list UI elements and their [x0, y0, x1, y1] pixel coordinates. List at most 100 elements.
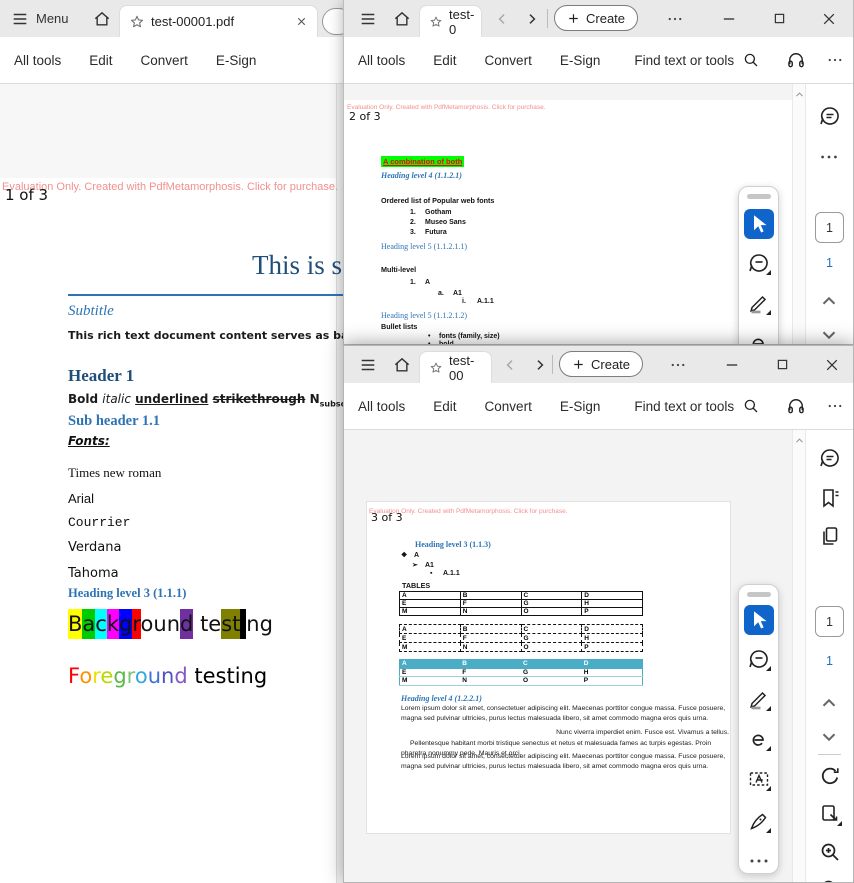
vertical-scrollbar[interactable]	[792, 430, 806, 882]
colored-letter: r	[132, 609, 140, 639]
draw-tool[interactable]	[747, 331, 771, 345]
previous-page-button[interactable]	[818, 290, 842, 314]
scroll-up-icon[interactable]	[794, 435, 805, 446]
document-tab[interactable]: test-00001.pdf	[119, 5, 318, 37]
hamburger-menu-button[interactable]	[352, 346, 384, 383]
create-button[interactable]: Create	[554, 5, 638, 31]
list-number: 3.	[410, 229, 421, 236]
menu-item-esign[interactable]: E-Sign	[560, 399, 601, 414]
find-text-button[interactable]: Find text or tools	[634, 397, 760, 415]
star-icon	[429, 15, 443, 29]
page-thumbnails-button[interactable]	[818, 524, 842, 548]
bookmark-icon	[818, 486, 842, 510]
comments-panel-button[interactable]	[818, 104, 842, 128]
colored-letter: B	[68, 609, 82, 639]
close-tab-icon[interactable]	[295, 15, 308, 28]
list-label: Gotham	[425, 209, 451, 216]
close-window-button[interactable]	[809, 0, 849, 37]
menu-item-edit[interactable]: Edit	[433, 53, 456, 68]
home-button[interactable]	[86, 0, 118, 37]
sign-tool[interactable]	[747, 809, 771, 833]
list-label: fonts (family, size)	[439, 333, 500, 340]
highlight-tool[interactable]	[747, 687, 771, 711]
menu-item-convert[interactable]: Convert	[141, 53, 188, 68]
find-label: Find text or tools	[634, 53, 734, 68]
zoom-in-button[interactable]	[818, 840, 842, 864]
maximize-button[interactable]	[759, 0, 799, 37]
page-view-options-button[interactable]	[818, 802, 842, 826]
scroll-up-icon[interactable]	[794, 89, 805, 100]
menu-item-edit[interactable]: Edit	[89, 53, 112, 68]
previous-view-button[interactable]	[486, 0, 518, 37]
hamburger-menu-button[interactable]	[352, 0, 384, 37]
menu-item-convert[interactable]: Convert	[485, 399, 532, 414]
next-view-button[interactable]	[516, 0, 548, 37]
more-tools-button[interactable]	[826, 397, 844, 415]
zoom-out-button[interactable]	[818, 877, 842, 883]
add-text-tool[interactable]	[747, 767, 771, 791]
create-button-partial[interactable]	[322, 8, 343, 35]
more-options-button[interactable]	[659, 0, 691, 37]
pdf-page-1	[0, 178, 336, 883]
colored-letter: e	[203, 661, 216, 691]
chevron-right-icon	[532, 357, 548, 373]
table-cell: H	[582, 600, 643, 608]
menu-item-edit[interactable]: Edit	[433, 399, 456, 414]
read-aloud-button[interactable]	[786, 396, 806, 416]
maximize-button[interactable]	[762, 346, 802, 383]
bookmarks-panel-button[interactable]	[818, 486, 842, 510]
table-cell: F	[460, 600, 521, 608]
previous-page-button[interactable]	[818, 692, 842, 716]
minimize-button[interactable]	[712, 346, 752, 383]
create-button[interactable]: Create	[559, 351, 643, 377]
draw-tool[interactable]	[747, 727, 771, 751]
menu-item-convert[interactable]: Convert	[485, 53, 532, 68]
more-tools-button[interactable]	[826, 51, 844, 69]
menu-label[interactable]: Menu	[36, 11, 69, 26]
select-tool-button[interactable]	[744, 209, 774, 239]
comments-panel-button[interactable]	[818, 446, 842, 470]
menu-item-all-tools[interactable]: All tools	[358, 53, 405, 68]
close-window-button[interactable]	[812, 346, 852, 383]
table-cell: P	[582, 608, 643, 616]
page-number-input[interactable]: 1	[815, 212, 844, 243]
previous-view-button[interactable]	[494, 346, 526, 383]
hamburger-menu-button[interactable]	[4, 0, 36, 37]
select-tool-button[interactable]	[744, 605, 774, 635]
document-tab[interactable]: test-00	[419, 351, 492, 383]
vertical-scrollbar[interactable]	[336, 84, 343, 883]
menu-item-esign[interactable]: E-Sign	[560, 53, 601, 68]
select-cursor-icon	[744, 605, 774, 635]
colored-letter: t	[194, 661, 202, 691]
toolbar-drag-handle[interactable]	[747, 194, 771, 199]
document-tab[interactable]: test-0	[419, 5, 482, 37]
vertical-scrollbar[interactable]	[792, 84, 806, 344]
toolbar-more-button[interactable]	[747, 849, 771, 873]
add-comment-tool[interactable]	[747, 251, 771, 275]
home-button[interactable]	[386, 346, 418, 383]
rotate-page-button[interactable]	[818, 764, 842, 788]
select-cursor-icon	[744, 209, 774, 239]
find-text-button[interactable]: Find text or tools	[634, 51, 760, 69]
subscript-base: N	[310, 392, 320, 406]
highlight-tool[interactable]	[747, 291, 771, 315]
menu-item-esign[interactable]: E-Sign	[216, 53, 257, 68]
page-number-input[interactable]: 1	[815, 606, 844, 637]
rail-more-button[interactable]	[818, 146, 842, 170]
next-page-button[interactable]	[818, 726, 842, 750]
table-row: ABCD	[400, 592, 643, 600]
home-button[interactable]	[386, 0, 418, 37]
read-aloud-button[interactable]	[786, 50, 806, 70]
format-demo-line: Bold italic underlined strikethrough Nsu…	[68, 391, 343, 408]
rail-divider	[818, 754, 841, 755]
toolbar-drag-handle[interactable]	[747, 592, 771, 597]
highlighted-text: A combination of both	[381, 156, 464, 167]
menu-item-all-tools[interactable]: All tools	[358, 399, 405, 414]
list-number: 1.	[410, 209, 421, 216]
minimize-button[interactable]	[709, 0, 749, 37]
add-comment-tool[interactable]	[747, 647, 771, 671]
more-options-button[interactable]	[662, 346, 694, 383]
menu-item-all-tools[interactable]: All tools	[14, 53, 61, 68]
next-page-button[interactable]	[818, 324, 842, 345]
bullet-glyph: ❖	[401, 551, 410, 559]
